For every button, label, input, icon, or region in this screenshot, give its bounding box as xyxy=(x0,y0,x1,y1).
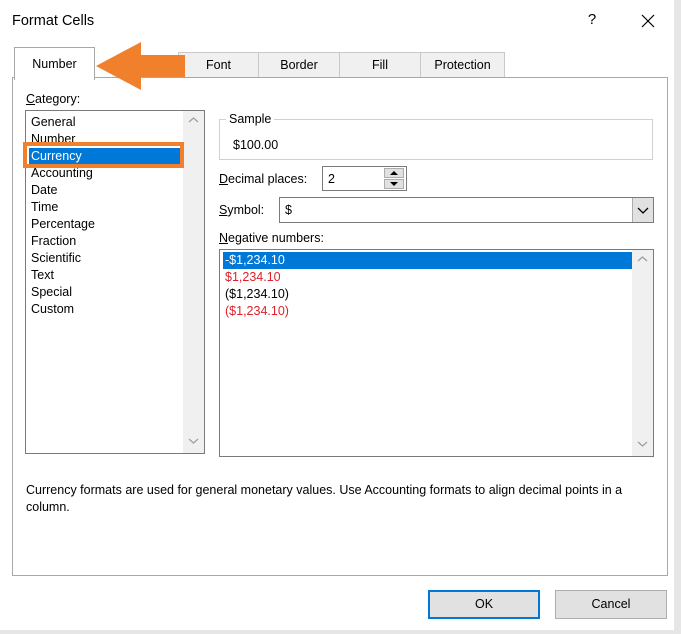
sample-value: $100.00 xyxy=(233,138,279,152)
symbol-value: $ xyxy=(285,203,292,217)
negative-format-item[interactable]: ($1,234.10) xyxy=(223,303,632,320)
tab-protection[interactable]: Protection xyxy=(420,52,505,78)
tab-font[interactable]: Font xyxy=(178,52,259,78)
scroll-up-icon[interactable] xyxy=(632,252,653,269)
category-item-text[interactable]: Text xyxy=(31,267,181,284)
decimal-places-label: Decimal places: xyxy=(219,172,308,186)
category-label: Category: xyxy=(26,92,81,106)
symbol-label: Symbol: xyxy=(219,203,265,217)
tab-fill[interactable]: Fill xyxy=(339,52,421,78)
increment-button[interactable] xyxy=(384,168,404,178)
tab-border[interactable]: Border xyxy=(258,52,340,78)
dialog-title: Format Cells xyxy=(12,13,95,29)
category-item-general[interactable]: General xyxy=(31,114,181,131)
negative-format-item[interactable]: $1,234.10 xyxy=(223,269,632,286)
category-item-number[interactable]: Number xyxy=(31,131,181,148)
negative-numbers-scrollbar[interactable] xyxy=(632,250,653,456)
format-description: Currency formats are used for general mo… xyxy=(26,483,623,514)
category-scrollbar[interactable] xyxy=(183,111,204,453)
scroll-down-icon[interactable] xyxy=(632,437,653,454)
close-button[interactable] xyxy=(636,9,660,33)
category-item-currency[interactable]: Currency xyxy=(29,148,181,165)
background-edge xyxy=(674,0,681,634)
background-edge xyxy=(0,630,681,634)
category-item-fraction[interactable]: Fraction xyxy=(31,233,181,250)
title-bar xyxy=(0,0,681,42)
negative-numbers-list[interactable]: -$1,234.10 $1,234.10 ($1,234.10) ($1,234… xyxy=(219,249,654,457)
chevron-down-icon xyxy=(637,207,649,214)
sample-group xyxy=(219,119,653,160)
category-list[interactable]: General Number Currency Accounting Date … xyxy=(25,110,205,454)
negative-format-item[interactable]: ($1,234.10) xyxy=(223,286,632,303)
sample-label: Sample xyxy=(226,112,275,126)
scroll-down-icon[interactable] xyxy=(183,434,204,451)
decimal-places-input[interactable] xyxy=(323,167,383,190)
help-button[interactable]: ? xyxy=(584,11,600,31)
negative-numbers-label: Negative numbers: xyxy=(219,231,324,245)
down-arrow-icon xyxy=(390,182,398,186)
category-item-custom[interactable]: Custom xyxy=(31,301,181,318)
category-item-time[interactable]: Time xyxy=(31,199,181,216)
close-icon xyxy=(641,14,655,28)
ok-button[interactable]: OK xyxy=(428,590,540,619)
symbol-select[interactable]: $ xyxy=(279,197,654,223)
decimal-places-stepper[interactable] xyxy=(322,166,407,191)
category-item-scientific[interactable]: Scientific xyxy=(31,250,181,267)
category-item-date[interactable]: Date xyxy=(31,182,181,199)
tab-number[interactable]: Number xyxy=(14,47,95,80)
cancel-button[interactable]: Cancel xyxy=(555,590,667,619)
scroll-up-icon[interactable] xyxy=(183,113,204,130)
up-arrow-icon xyxy=(390,171,398,175)
category-item-special[interactable]: Special xyxy=(31,284,181,301)
negative-format-item[interactable]: -$1,234.10 xyxy=(223,252,632,269)
category-item-percentage[interactable]: Percentage xyxy=(31,216,181,233)
category-item-accounting[interactable]: Accounting xyxy=(31,165,181,182)
decrement-button[interactable] xyxy=(384,179,404,189)
symbol-dropdown-button[interactable] xyxy=(632,198,653,222)
